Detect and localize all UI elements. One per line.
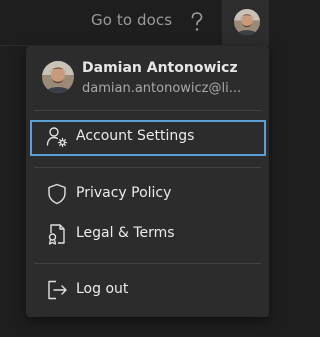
user-avatar (234, 9, 260, 35)
divider (34, 110, 261, 111)
user-avatar (42, 61, 74, 93)
question-mark-icon[interactable] (186, 10, 208, 34)
menu-item-privacy-policy[interactable]: Privacy Policy (30, 177, 266, 213)
user-name: Damian Antonowicz (82, 60, 238, 76)
divider (34, 167, 261, 168)
user-profile-header: Damian Antonowicz damian.antonowicz@li..… (26, 46, 269, 108)
menu-item-legal-terms[interactable]: Legal & Terms (30, 217, 266, 253)
user-settings-icon (46, 127, 68, 148)
shield-icon (48, 183, 66, 205)
menu-item-label: Account Settings (76, 128, 195, 144)
menu-item-label: Legal & Terms (76, 225, 175, 241)
user-avatar-button[interactable] (222, 0, 269, 45)
go-to-docs-link[interactable]: Go to docs (91, 11, 172, 29)
divider (34, 263, 261, 264)
logout-icon (48, 280, 67, 300)
menu-item-account-settings[interactable]: Account Settings (30, 120, 266, 156)
menu-item-log-out[interactable]: Log out (30, 273, 266, 309)
user-email: damian.antonowicz@li... (82, 81, 242, 96)
menu-item-label: Privacy Policy (76, 185, 172, 201)
top-bar: Go to docs (0, 0, 269, 46)
account-dropdown-menu: Damian Antonowicz damian.antonowicz@li..… (26, 46, 269, 317)
menu-item-label: Log out (76, 281, 129, 297)
certificate-document-icon (48, 224, 65, 245)
